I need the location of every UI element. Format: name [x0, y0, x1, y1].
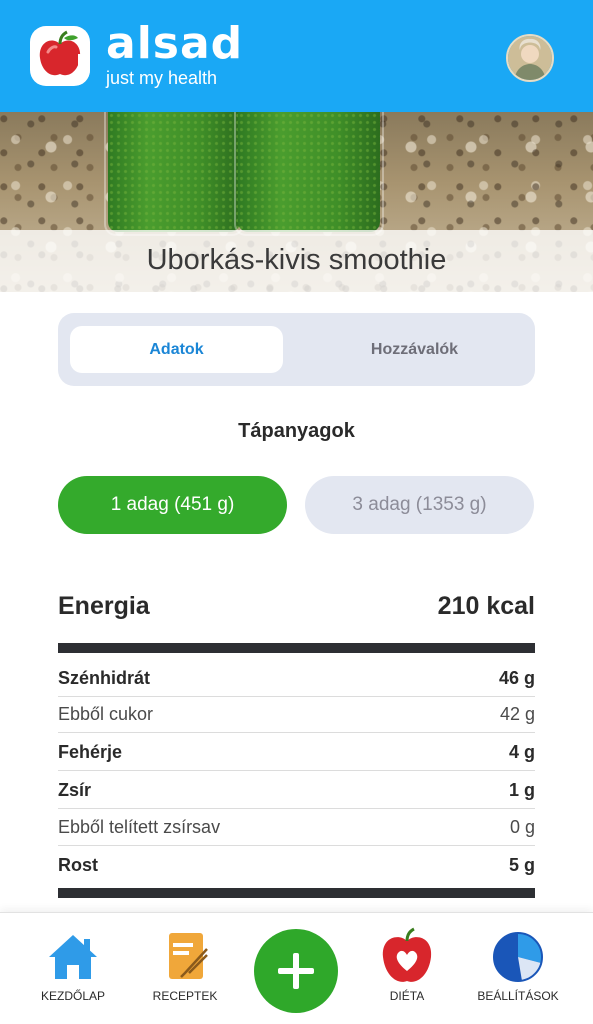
nav-recipes-label: RECEPTEK	[152, 989, 218, 1003]
app-logo[interactable]: alsad just my health	[30, 18, 244, 88]
nutrient-row-carbs: Szénhidrát 46 g	[58, 661, 535, 697]
nutrient-value: 4 g	[508, 742, 535, 762]
nutrient-label: Fehérje	[58, 742, 123, 762]
nutrient-row-fiber: Rost 5 g	[58, 847, 535, 883]
nutrients-heading: Tápanyagok	[238, 420, 355, 442]
nutrient-value: 0 g	[509, 817, 535, 837]
nutrient-value: 42 g	[499, 704, 535, 724]
recipe-title: Uborkás-kivis smoothie	[146, 244, 447, 276]
energy-value: 210 kcal	[437, 592, 535, 620]
tab-adatok[interactable]: Adatok	[70, 326, 283, 373]
nutrient-row-protein: Fehérje 4 g	[58, 735, 535, 771]
detail-tabs: Adatok Hozzávalók	[58, 313, 535, 386]
add-button[interactable]	[254, 929, 338, 1013]
recipe-detail-screen: alsad just my health Uborkás-kivis smoot…	[0, 0, 593, 1024]
nav-diet[interactable]: DIÉTA	[368, 927, 446, 1003]
home-icon	[49, 935, 97, 979]
portion-3-button[interactable]: 3 adag (1353 g)	[305, 476, 534, 534]
nutrient-label: Zsír	[58, 780, 92, 800]
bottom-navigation: KEZDŐLAP RECEPTEK DIÉTA BEÁLLÍTÁSOK	[0, 912, 593, 1024]
nutrient-value: 46 g	[498, 668, 535, 688]
nav-diet-label: DIÉTA	[389, 989, 425, 1003]
user-avatar[interactable]	[506, 34, 554, 82]
nutrient-value: 1 g	[508, 780, 535, 800]
app-tagline: just my health	[106, 68, 218, 88]
energy-label: Energia	[58, 592, 150, 620]
portion-1-button[interactable]: 1 adag (451 g)	[58, 476, 287, 534]
nutrient-label: Ebből telített zsírsav	[58, 817, 221, 837]
nutrient-label: Ebből cukor	[58, 704, 154, 724]
app-name: alsad	[106, 18, 244, 69]
apple-logo-icon	[30, 26, 90, 86]
nutrition-divider	[58, 643, 535, 653]
nav-settings-label: BEÁLLÍTÁSOK	[477, 989, 559, 1003]
recipe-hero-image: Uborkás-kivis smoothie	[0, 112, 593, 292]
plus-icon	[278, 953, 314, 989]
recipe-book-icon	[169, 933, 208, 979]
nutrient-row-saturated-fat: Ebből telített zsírsav 0 g	[58, 810, 535, 846]
heart-apple-icon	[382, 927, 432, 982]
nav-recipes[interactable]: RECEPTEK	[146, 931, 224, 1003]
nav-home-label: KEZDŐLAP	[40, 989, 106, 1003]
nutrient-label: Szénhidrát	[58, 668, 151, 688]
nav-settings[interactable]: BEÁLLÍTÁSOK	[470, 931, 566, 1003]
tab-hozzavalok[interactable]: Hozzávalók	[308, 326, 521, 373]
pie-chart-icon	[493, 932, 543, 982]
nav-home[interactable]: KEZDŐLAP	[34, 931, 112, 1003]
nutrient-value: 5 g	[508, 854, 535, 875]
nutrition-divider	[58, 888, 535, 898]
nutrient-label: Rost	[58, 854, 98, 875]
nutrient-row-fat: Zsír 1 g	[58, 773, 535, 809]
app-header: alsad just my health	[0, 0, 593, 112]
nutrient-row-sugar: Ebből cukor 42 g	[58, 697, 535, 733]
